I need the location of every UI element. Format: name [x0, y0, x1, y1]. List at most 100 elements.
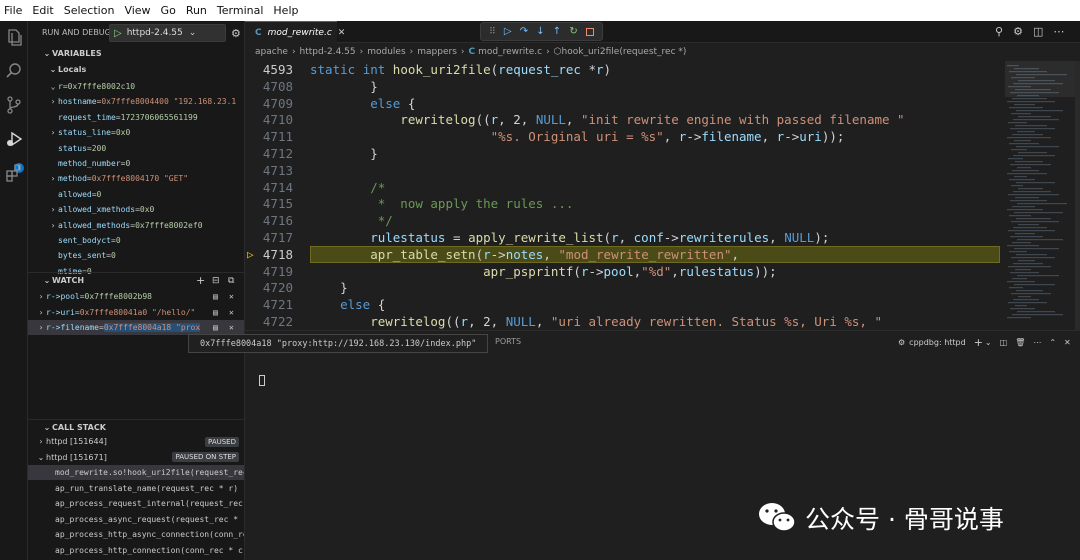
tab-ports[interactable]: PORTS: [495, 337, 521, 346]
variable-row[interactable]: › method = 0x7fffe8004170 "GET": [28, 171, 244, 186]
watch-row[interactable]: › r->uri = 0x7fffe80041a0 "/hello/" ▤ ✕: [28, 305, 244, 320]
menu-item-run[interactable]: Run: [182, 4, 213, 17]
trash-icon[interactable]: 🗑: [1015, 338, 1025, 347]
close-icon[interactable]: ✕: [1064, 338, 1071, 347]
code-line[interactable]: 4715 * now apply the rules ...: [245, 195, 1005, 212]
code-line[interactable]: 4722 rewritelog((r, 2, NULL, "uri alread…: [245, 313, 1005, 330]
variable-row[interactable]: ⌄ r = 0x7fffe8002c10: [28, 79, 244, 94]
stack-frame-row[interactable]: ap_process_request_internal(request_rec …: [28, 496, 244, 511]
menu-item-view[interactable]: View: [120, 4, 156, 17]
run-debug-icon[interactable]: [4, 129, 24, 149]
code-line[interactable]: 4717 rulestatus = apply_rewrite_list(r, …: [245, 229, 1005, 246]
more-actions-icon[interactable]: ⋯: [1033, 338, 1041, 347]
menu-item-selection[interactable]: Selection: [60, 4, 121, 17]
continue-icon[interactable]: ▷: [504, 26, 512, 37]
stack-frame-row[interactable]: ap_process_http_async_connection(conn_re…: [28, 527, 244, 542]
chevron-down-icon[interactable]: ⌄: [985, 338, 992, 347]
step-out-icon[interactable]: ↑: [553, 26, 561, 37]
explorer-icon[interactable]: [4, 27, 24, 47]
extensions-icon[interactable]: [4, 163, 24, 183]
code-line[interactable]: 4713: [245, 162, 1005, 179]
stack-frame-row[interactable]: ap_process_async_request(request_rec * r…: [28, 512, 244, 527]
variable-row[interactable]: › status_line = 0x0: [28, 125, 244, 140]
variable-row[interactable]: allowed = 0: [28, 187, 244, 202]
restart-icon[interactable]: ↻: [569, 26, 577, 37]
breadcrumb-item[interactable]: apache: [255, 47, 288, 57]
watch-section-header[interactable]: ⌄ WATCH + ⊟ ⧉: [28, 272, 244, 288]
menu-item-file[interactable]: File: [0, 4, 28, 17]
edit-expression-icon[interactable]: ▤: [213, 308, 218, 317]
start-debug-icon[interactable]: ▷: [114, 28, 122, 39]
breadcrumb-item[interactable]: mod_rewrite.c: [478, 47, 542, 57]
minimap-line: [1017, 131, 1035, 133]
step-over-icon[interactable]: ↷: [520, 26, 528, 37]
step-into-icon[interactable]: ↓: [536, 26, 544, 37]
more-actions-icon[interactable]: ⋯: [1053, 25, 1064, 38]
breadcrumb-item[interactable]: hook_uri2file(request_rec *): [562, 47, 687, 57]
terminal-selector[interactable]: ⚙ cppdbg: httpd + ⌄ ◫ 🗑 ⋯ ⌃ ✕: [898, 336, 1071, 349]
minimap[interactable]: [1005, 61, 1080, 330]
stack-frame-row[interactable]: ap_process_http_connection(conn_rec * c): [28, 543, 244, 558]
code-line[interactable]: 4714 /*: [245, 179, 1005, 196]
code-line[interactable]: ▷ 4718 apr_table_setn(r->notes, "mod_rewr…: [245, 245, 1005, 263]
variable-row[interactable]: › allowed_methods = 0x7fffe8002ef0: [28, 218, 244, 233]
add-terminal-icon[interactable]: +: [974, 336, 983, 349]
menu-item-go[interactable]: Go: [157, 4, 182, 17]
variable-name: request_time: [58, 112, 116, 122]
code-line[interactable]: 4709 else {: [245, 95, 1005, 112]
code-line[interactable]: 4711 "%s. Original uri = %s", r->filenam…: [245, 128, 1005, 145]
thread-row[interactable]: ⌄ httpd [151671] PAUSED ON STEP: [28, 450, 244, 465]
gear-icon[interactable]: ⚙: [1013, 25, 1023, 38]
remove-all-icon[interactable]: ⧉: [228, 276, 234, 286]
search-icon[interactable]: [4, 61, 24, 81]
close-icon[interactable]: ✕: [229, 323, 234, 332]
gear-icon[interactable]: ⚙: [231, 27, 241, 40]
variable-row[interactable]: method_number = 0: [28, 156, 244, 171]
call-stack-section-header[interactable]: ⌄ CALL STACK: [28, 419, 244, 435]
variable-row[interactable]: › allowed_xmethods = 0x0: [28, 202, 244, 217]
menu-item-edit[interactable]: Edit: [28, 4, 59, 17]
stack-frame-row[interactable]: ap_run_translate_name(request_rec * r): [28, 481, 244, 496]
close-icon[interactable]: ✕: [229, 308, 234, 317]
variable-row[interactable]: › hostname = 0x7fffe8004400 "192.168.23.1: [28, 94, 244, 109]
breadcrumb-item[interactable]: mappers: [417, 47, 457, 57]
thread-row[interactable]: › httpd [151644] PAUSED: [28, 434, 244, 449]
variable-row[interactable]: sent_bodyct = 0: [28, 233, 244, 248]
close-icon[interactable]: ✕: [338, 28, 346, 38]
split-terminal-icon[interactable]: ◫: [1000, 338, 1008, 347]
edit-expression-icon[interactable]: ▤: [213, 292, 218, 301]
watch-row[interactable]: › r->filename = 0x7fffe8004a18 "prox ▤ ✕: [28, 320, 244, 335]
code-line[interactable]: 4720 }: [245, 279, 1005, 296]
edit-expression-icon[interactable]: ▤: [213, 323, 218, 332]
variables-section-header[interactable]: ⌄ VARIABLES: [28, 45, 244, 61]
collapse-all-icon[interactable]: ⊟: [212, 276, 220, 286]
stop-icon[interactable]: [585, 27, 594, 36]
code-line[interactable]: 4710 rewritelog((r, 2, NULL, "init rewri…: [245, 111, 1005, 128]
locals-scope-header[interactable]: ⌄ Locals: [28, 61, 244, 77]
split-editor-icon[interactable]: ◫: [1033, 25, 1043, 38]
add-watch-icon[interactable]: +: [196, 274, 205, 287]
debug-config-select[interactable]: ▷ httpd-2.4.55 ⌄: [109, 24, 226, 42]
code-line[interactable]: 4716 */: [245, 212, 1005, 229]
menu-item-terminal[interactable]: Terminal: [213, 4, 270, 17]
code-line[interactable]: 4712 }: [245, 145, 1005, 162]
source-control-icon[interactable]: [4, 95, 24, 115]
tab-mod-rewrite[interactable]: C mod_rewrite.c ✕: [245, 21, 345, 43]
close-icon[interactable]: ✕: [229, 292, 234, 301]
maximize-panel-icon[interactable]: ⌃: [1049, 338, 1056, 347]
debug-run-icon[interactable]: ⚲: [995, 25, 1003, 38]
stack-frame-row[interactable]: mod_rewrite.so!hook_uri2file(request_rec: [28, 465, 244, 480]
variable-row[interactable]: bytes_sent = 0: [28, 248, 244, 263]
watch-row[interactable]: › r->pool = 0x7fffe8002b98 ▤ ✕: [28, 289, 244, 304]
variable-row[interactable]: request_time = 1723706065561199: [28, 110, 244, 125]
menu-item-help[interactable]: Help: [269, 4, 304, 17]
code-line[interactable]: 4721 else {: [245, 296, 1005, 313]
breadcrumb-item[interactable]: httpd-2.4.55: [300, 47, 356, 57]
code-line[interactable]: 4708 }: [245, 78, 1005, 95]
code-editor[interactable]: 4593 static int hook_uri2file(request_rec…: [245, 61, 1005, 330]
code-line[interactable]: 4719 apr_psprintf(r->pool,"%d",rulestatu…: [245, 263, 1005, 280]
variable-row[interactable]: status = 200: [28, 141, 244, 156]
code-line[interactable]: 4593 static int hook_uri2file(request_rec…: [245, 61, 1005, 78]
drag-handle-icon[interactable]: ⠿: [489, 27, 496, 37]
breadcrumb-item[interactable]: modules: [367, 47, 405, 57]
